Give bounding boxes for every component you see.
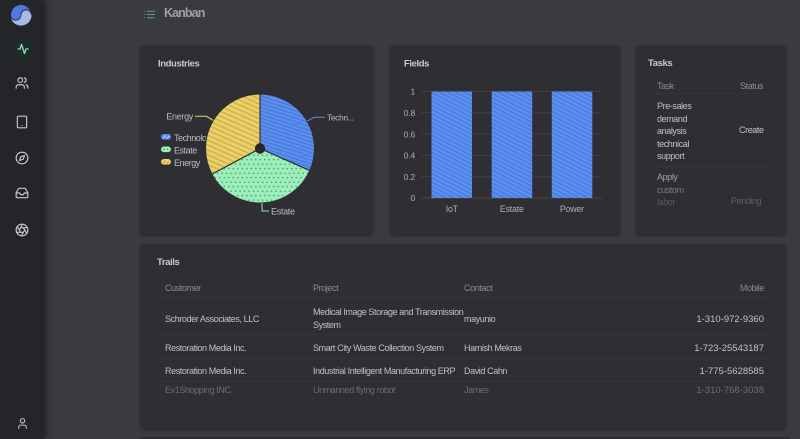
svg-text:0: 0	[410, 193, 415, 203]
svg-text:Energy: Energy	[166, 112, 194, 122]
svg-text:0.8: 0.8	[404, 108, 416, 118]
svg-text:IoT: IoT	[446, 204, 459, 214]
svg-text:Estate: Estate	[174, 146, 197, 156]
svg-text:1: 1	[410, 87, 415, 97]
svg-text:Energy: Energy	[174, 158, 201, 168]
svg-text:Industries: Industries	[158, 59, 200, 70]
svg-text:Estate: Estate	[271, 207, 295, 217]
svg-text:Fields: Fields	[404, 59, 429, 70]
svg-text:Power: Power	[560, 204, 584, 214]
svg-text:Techn...: Techn...	[327, 113, 354, 123]
svg-text:0.2: 0.2	[404, 172, 416, 182]
svg-text:0.6: 0.6	[404, 129, 416, 139]
svg-text:Estate: Estate	[500, 204, 524, 214]
svg-text:0.4: 0.4	[404, 151, 416, 161]
